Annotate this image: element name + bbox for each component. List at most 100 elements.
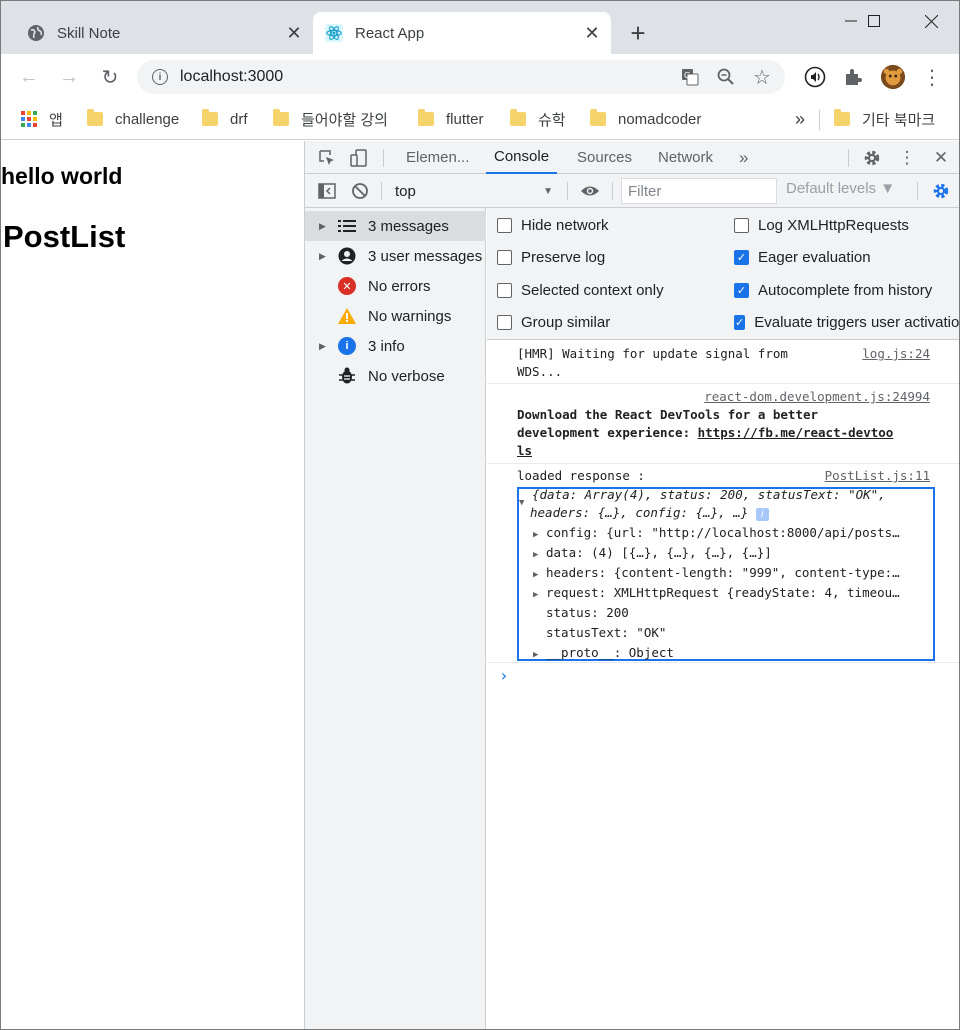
device-toolbar-icon[interactable] xyxy=(347,146,371,170)
tab-skill-note[interactable]: Skill Note ✕ xyxy=(15,12,313,54)
tab-network[interactable]: Network xyxy=(658,141,713,174)
bookmark-label: 들어야할 강의 xyxy=(301,111,388,129)
expand-arrow-icon[interactable]: ▶ xyxy=(319,221,329,232)
property-text: config: {url: "http://localhost:8000/api… xyxy=(546,525,900,540)
avatar[interactable] xyxy=(880,64,906,90)
console-prompt-chevron-icon[interactable]: › xyxy=(499,666,509,685)
bookmark-label: nomadcoder xyxy=(618,110,702,128)
log-xhr-checkbox[interactable]: Log XMLHttpRequests xyxy=(734,214,909,236)
checkmark-icon[interactable]: ✓ xyxy=(734,282,749,298)
group-similar-checkbox[interactable]: Group similar xyxy=(497,311,610,333)
source-link[interactable]: react-dom.development.js:24994 xyxy=(704,388,930,406)
bookmark-drf[interactable]: drf xyxy=(202,108,248,130)
checkbox-label: Evaluate triggers user activation xyxy=(754,313,960,331)
bookmark-nomadcoder[interactable]: nomadcoder xyxy=(590,108,701,130)
expand-arrow-icon[interactable]: ▶ xyxy=(533,585,546,605)
property-request[interactable]: ▶ request: XMLHttpRequest {readyState: 4,… xyxy=(533,583,933,605)
context-select[interactable]: top ▼ xyxy=(395,180,557,202)
extension-audio-icon[interactable] xyxy=(802,64,828,90)
reload-icon[interactable]: ↻ xyxy=(97,64,123,90)
expanded-object[interactable]: ▼{data: Array(4), status: 200, statusTex… xyxy=(517,487,935,661)
close-icon[interactable]: ✕ xyxy=(929,146,953,170)
close-icon[interactable]: ✕ xyxy=(283,22,305,44)
sidebar-item-info[interactable]: ▶ i 3 info xyxy=(305,331,486,361)
log-levels-select[interactable]: Default levels ▼ xyxy=(786,180,895,197)
star-icon[interactable]: ☆ xyxy=(749,64,775,90)
property-headers[interactable]: ▶ headers: {content-length: "999", conten… xyxy=(533,563,933,585)
back-arrow-icon[interactable]: ← xyxy=(16,64,42,90)
property-config[interactable]: ▶ config: {url: "http://localhost:8000/ap… xyxy=(533,523,933,545)
checkmark-icon[interactable]: ✓ xyxy=(734,314,746,330)
bookmark-challenge[interactable]: challenge xyxy=(87,108,179,130)
expand-arrow-icon[interactable]: ▶ xyxy=(319,341,329,352)
expand-arrow-icon[interactable]: ▶ xyxy=(319,251,329,262)
clear-console-icon[interactable] xyxy=(348,179,372,203)
bookmarks-overflow-button[interactable]: » xyxy=(795,108,805,130)
site-info-icon[interactable]: i xyxy=(152,69,168,85)
checkbox-unchecked[interactable] xyxy=(497,217,512,233)
bookmark-other[interactable]: 기타 북마크 xyxy=(834,108,935,130)
extensions-puzzle-icon[interactable] xyxy=(840,64,866,90)
folder-icon xyxy=(510,109,526,126)
property-proto[interactable]: ▶ __proto__: Object xyxy=(533,643,674,665)
bookmark-apps[interactable]: 앱 xyxy=(21,108,63,130)
expand-arrow-icon[interactable]: ▶ xyxy=(533,525,546,545)
hide-network-checkbox[interactable]: Hide network xyxy=(497,214,609,236)
forward-arrow-icon[interactable]: → xyxy=(56,64,82,90)
divider xyxy=(567,182,568,200)
tab-elements[interactable]: Elemen... xyxy=(406,141,469,174)
sidebar-toggle-icon[interactable] xyxy=(315,179,339,203)
checkbox-unchecked[interactable] xyxy=(734,217,749,233)
checkbox-unchecked[interactable] xyxy=(497,282,512,298)
property-status-text: statusText: "OK" xyxy=(546,623,666,643)
sidebar-item-user-messages[interactable]: ▶ 3 user messages xyxy=(305,241,486,271)
maximize-icon[interactable] xyxy=(851,1,897,41)
more-vert-icon[interactable]: ⋮ xyxy=(895,146,919,170)
translate-icon[interactable]: G xyxy=(677,64,703,90)
selected-context-checkbox[interactable]: Selected context only xyxy=(497,279,664,301)
address-bar[interactable]: i localhost:3000 G ☆ xyxy=(137,60,785,94)
sidebar-item-warnings[interactable]: No warnings xyxy=(305,301,486,331)
source-link[interactable]: PostList.js:11 xyxy=(825,467,930,485)
tab-react-app[interactable]: React App ✕ xyxy=(313,12,611,54)
zoom-icon[interactable] xyxy=(713,64,739,90)
bookmark-math[interactable]: 슈학 xyxy=(510,108,566,130)
divider xyxy=(383,149,384,167)
preserve-log-checkbox[interactable]: Preserve log xyxy=(497,246,605,268)
property-status: status: 200 xyxy=(546,603,629,623)
eye-icon[interactable] xyxy=(578,179,602,203)
inspect-element-icon[interactable] xyxy=(315,146,339,170)
expand-arrow-icon[interactable]: ▶ xyxy=(533,645,546,665)
menu-kebab-icon[interactable]: ⋮ xyxy=(919,64,945,90)
autocomplete-history-checkbox[interactable]: ✓ Autocomplete from history xyxy=(734,279,932,301)
bookmark-flutter[interactable]: flutter xyxy=(418,108,484,130)
bookmark-lectures[interactable]: 들어야할 강의 xyxy=(273,108,388,130)
checkbox-unchecked[interactable] xyxy=(497,249,512,265)
property-text: request: XMLHttpRequest {readyState: 4, … xyxy=(546,585,900,600)
checkbox-unchecked[interactable] xyxy=(497,314,512,330)
sidebar-item-verbose[interactable]: No verbose xyxy=(305,361,486,391)
property-data[interactable]: ▶ data: (4) [{…}, {…}, {…}, {…}] xyxy=(533,543,933,565)
source-link[interactable]: log.js:24 xyxy=(862,345,930,363)
object-summary: headers: {…}, config: {…}, …} i xyxy=(530,504,769,522)
info-badge-icon[interactable]: i xyxy=(755,508,769,521)
bookmark-label: challenge xyxy=(115,110,180,128)
sidebar-item-messages[interactable]: ▶ 3 messages xyxy=(305,211,486,241)
more-tabs-button[interactable]: » xyxy=(739,141,748,174)
gear-icon[interactable] xyxy=(860,146,884,170)
summary-line-1: {data: Array(4), status: 200, statusText… xyxy=(532,487,886,502)
expand-arrow-icon[interactable]: ▶ xyxy=(533,565,546,585)
close-icon[interactable]: ✕ xyxy=(581,22,603,44)
sidebar-item-errors[interactable]: ✕ No errors xyxy=(305,271,486,301)
filter-input[interactable]: Filter xyxy=(621,178,777,204)
url-text[interactable]: localhost:3000 xyxy=(180,68,677,86)
checkmark-icon[interactable]: ✓ xyxy=(734,249,749,265)
console-settings-gear-icon[interactable] xyxy=(929,179,953,203)
tab-sources[interactable]: Sources xyxy=(577,141,632,174)
tab-console[interactable]: Console xyxy=(486,141,558,174)
new-tab-button[interactable]: + xyxy=(625,19,651,47)
window-close-icon[interactable] xyxy=(908,1,954,41)
evaluate-triggers-checkbox[interactable]: ✓ Evaluate triggers user activation xyxy=(734,311,960,333)
eager-evaluation-checkbox[interactable]: ✓ Eager evaluation xyxy=(734,246,871,268)
expand-arrow-icon[interactable]: ▶ xyxy=(533,545,546,565)
